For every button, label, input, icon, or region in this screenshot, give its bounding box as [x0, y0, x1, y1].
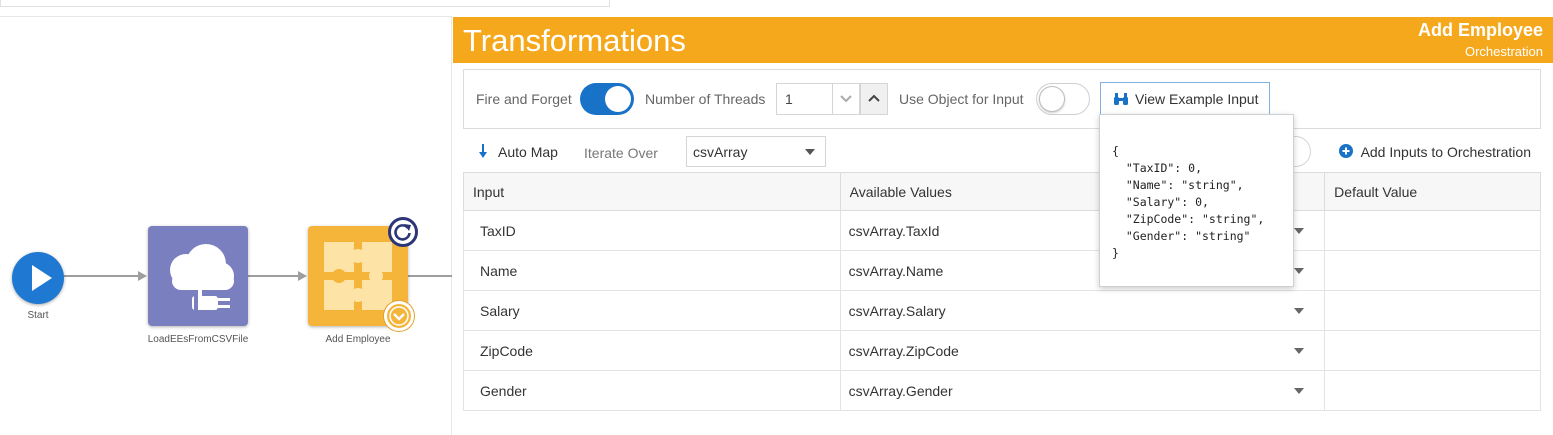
available-value-select[interactable]: csvArray.ZipCode: [839, 330, 1325, 371]
entity-name: Add Employee: [1417, 20, 1543, 40]
input-cell: Salary: [463, 290, 841, 331]
panel-header: Transformations Add Employee Orchestrati…: [453, 17, 1553, 63]
threads-input[interactable]: [776, 83, 832, 115]
view-example-input-button[interactable]: View Example Input: [1100, 82, 1270, 115]
table-header-row: Input Available Values Default Value: [463, 172, 1541, 211]
available-value: csvArray.TaxId: [848, 222, 940, 239]
available-value: csvArray.ZipCode: [848, 342, 959, 359]
caret-down-icon: [805, 149, 815, 155]
transformations-panel: Transformations Add Employee Orchestrati…: [453, 17, 1553, 435]
top-search-field[interactable]: [0, 0, 610, 7]
use-object-label: Use Object for Input: [899, 91, 1024, 107]
chevron-down-icon[interactable]: [384, 301, 414, 331]
caret-down-icon: [1294, 228, 1305, 234]
iterate-over-value: csvArray: [693, 144, 748, 160]
node-label-add-employee: Add Employee: [325, 334, 391, 345]
default-value-field[interactable]: [1324, 330, 1541, 371]
table-row: ZipCode csvArray.ZipCode: [463, 330, 1541, 371]
arrow-head-icon: [298, 271, 307, 281]
add-inputs-button[interactable]: Add Inputs to Orchestration: [1338, 144, 1531, 160]
binoculars-icon: [1114, 93, 1128, 105]
arrow-head-icon: [138, 271, 147, 281]
threads-increment-button[interactable]: [860, 83, 888, 115]
default-value-field[interactable]: [1324, 250, 1541, 291]
load-csv-node[interactable]: [148, 226, 248, 326]
input-cell: Name: [463, 250, 841, 291]
options-box: Fire and Forget Number of Threads Use Ob…: [463, 69, 1541, 129]
auto-map-label: Auto Map: [498, 144, 558, 160]
iterate-over-label: Iterate Over: [584, 145, 658, 161]
example-input-json: { "TaxID": 0, "Name": "string", "Salary"…: [1112, 144, 1265, 260]
example-input-popover: { "TaxID": 0, "Name": "string", "Salary"…: [1099, 114, 1294, 287]
add-inputs-label: Add Inputs to Orchestration: [1360, 144, 1531, 160]
panel-title: Transformations: [463, 23, 686, 58]
default-value-field[interactable]: [1324, 370, 1541, 411]
node-label-load: LoadEEsFromCSVFile: [147, 334, 249, 345]
connector-line: [248, 275, 300, 277]
chevron-up-icon: [868, 94, 880, 102]
entity-type: Orchestration: [1464, 44, 1543, 59]
chevron-down-icon: [840, 95, 852, 103]
connector-line: [408, 275, 452, 277]
table-row: Salary csvArray.Salary: [463, 290, 1541, 331]
default-value-field[interactable]: [1324, 210, 1541, 251]
available-value: csvArray.Salary: [848, 302, 946, 319]
connector-line: [64, 275, 140, 277]
caret-down-icon: [1294, 388, 1305, 394]
column-header-input: Input: [463, 172, 841, 211]
fire-and-forget-toggle[interactable]: [580, 83, 634, 115]
available-value: csvArray.Name: [848, 262, 944, 279]
threads-label: Number of Threads: [645, 91, 766, 107]
caret-down-icon: [1294, 308, 1305, 314]
toggle-knob: [1039, 86, 1065, 112]
caret-down-icon: [1294, 348, 1305, 354]
play-icon: [32, 265, 52, 291]
available-value: csvArray.Gender: [848, 382, 953, 399]
available-value-select[interactable]: csvArray.Gender: [839, 370, 1325, 411]
table-row: Name csvArray.Name: [463, 250, 1541, 291]
fire-and-forget-label: Fire and Forget: [476, 91, 572, 107]
input-cell: TaxID: [463, 210, 841, 251]
start-node[interactable]: [12, 252, 64, 304]
column-header-default: Default Value: [1324, 172, 1541, 211]
toggle-knob: [605, 86, 631, 112]
default-value-field[interactable]: [1324, 290, 1541, 331]
caret-down-icon: [1294, 268, 1305, 274]
table-row: Gender csvArray.Gender: [463, 370, 1541, 411]
node-label-start: Start: [27, 310, 49, 321]
mapping-toolbar: Auto Map Iterate Over csvArray Add Input…: [463, 135, 1541, 171]
table-row: TaxID csvArray.TaxId: [463, 210, 1541, 251]
cloud-plug-icon: [170, 244, 234, 310]
input-cell: ZipCode: [463, 330, 841, 371]
mapping-table: Input Available Values Default Value Tax…: [463, 172, 1541, 411]
iterate-over-select[interactable]: csvArray: [686, 136, 826, 167]
available-value-select[interactable]: csvArray.Salary: [839, 290, 1325, 331]
input-cell: Gender: [463, 370, 841, 411]
use-object-toggle[interactable]: [1036, 83, 1090, 115]
arrow-down-icon: [479, 144, 487, 158]
refresh-icon[interactable]: [388, 217, 418, 247]
view-example-input-label: View Example Input: [1135, 91, 1259, 107]
app-root: Start LoadEEsFromCSVFile Add Employee Tr…: [0, 0, 1553, 435]
plus-circle-icon: [1338, 144, 1353, 158]
threads-decrement-button[interactable]: [832, 83, 860, 115]
